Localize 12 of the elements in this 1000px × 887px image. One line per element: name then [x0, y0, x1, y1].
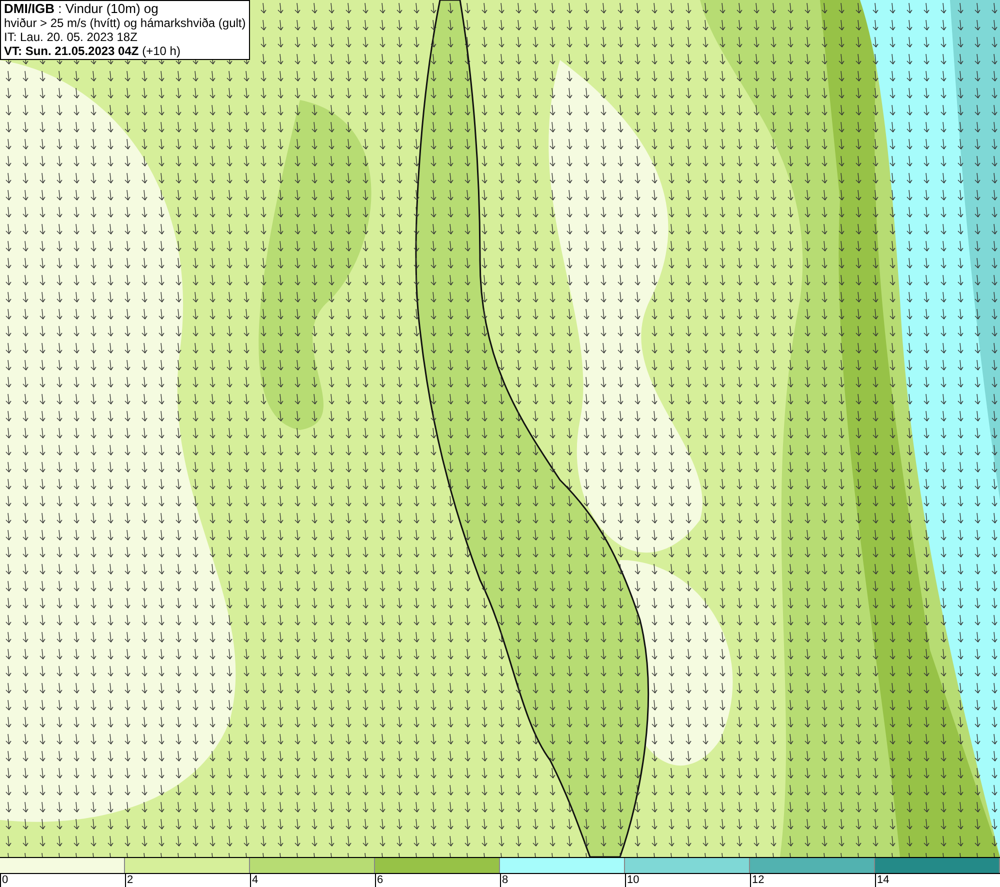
legend-label: 4	[251, 874, 260, 887]
legend-label: 0	[1, 874, 10, 887]
info-text: hviður > 25 m/s (hvítt) og hámarkshviða (gult)	[4, 16, 246, 30]
legend-label: 2	[126, 874, 134, 887]
info-text: VT: Sun. 21.05.2023 04Z (+10 h)	[4, 44, 182, 58]
legend-label: 10	[626, 874, 640, 887]
info-text: IT: Lau. 20. 05. 2023 18Z	[4, 30, 138, 44]
legend-label: 14	[876, 874, 890, 887]
legend-label: 12	[751, 874, 766, 887]
legend-label: 8	[501, 874, 510, 887]
legend-label: 6	[376, 874, 384, 887]
info-text: DMI/IGB : Vindur (10m) og	[4, 2, 160, 16]
